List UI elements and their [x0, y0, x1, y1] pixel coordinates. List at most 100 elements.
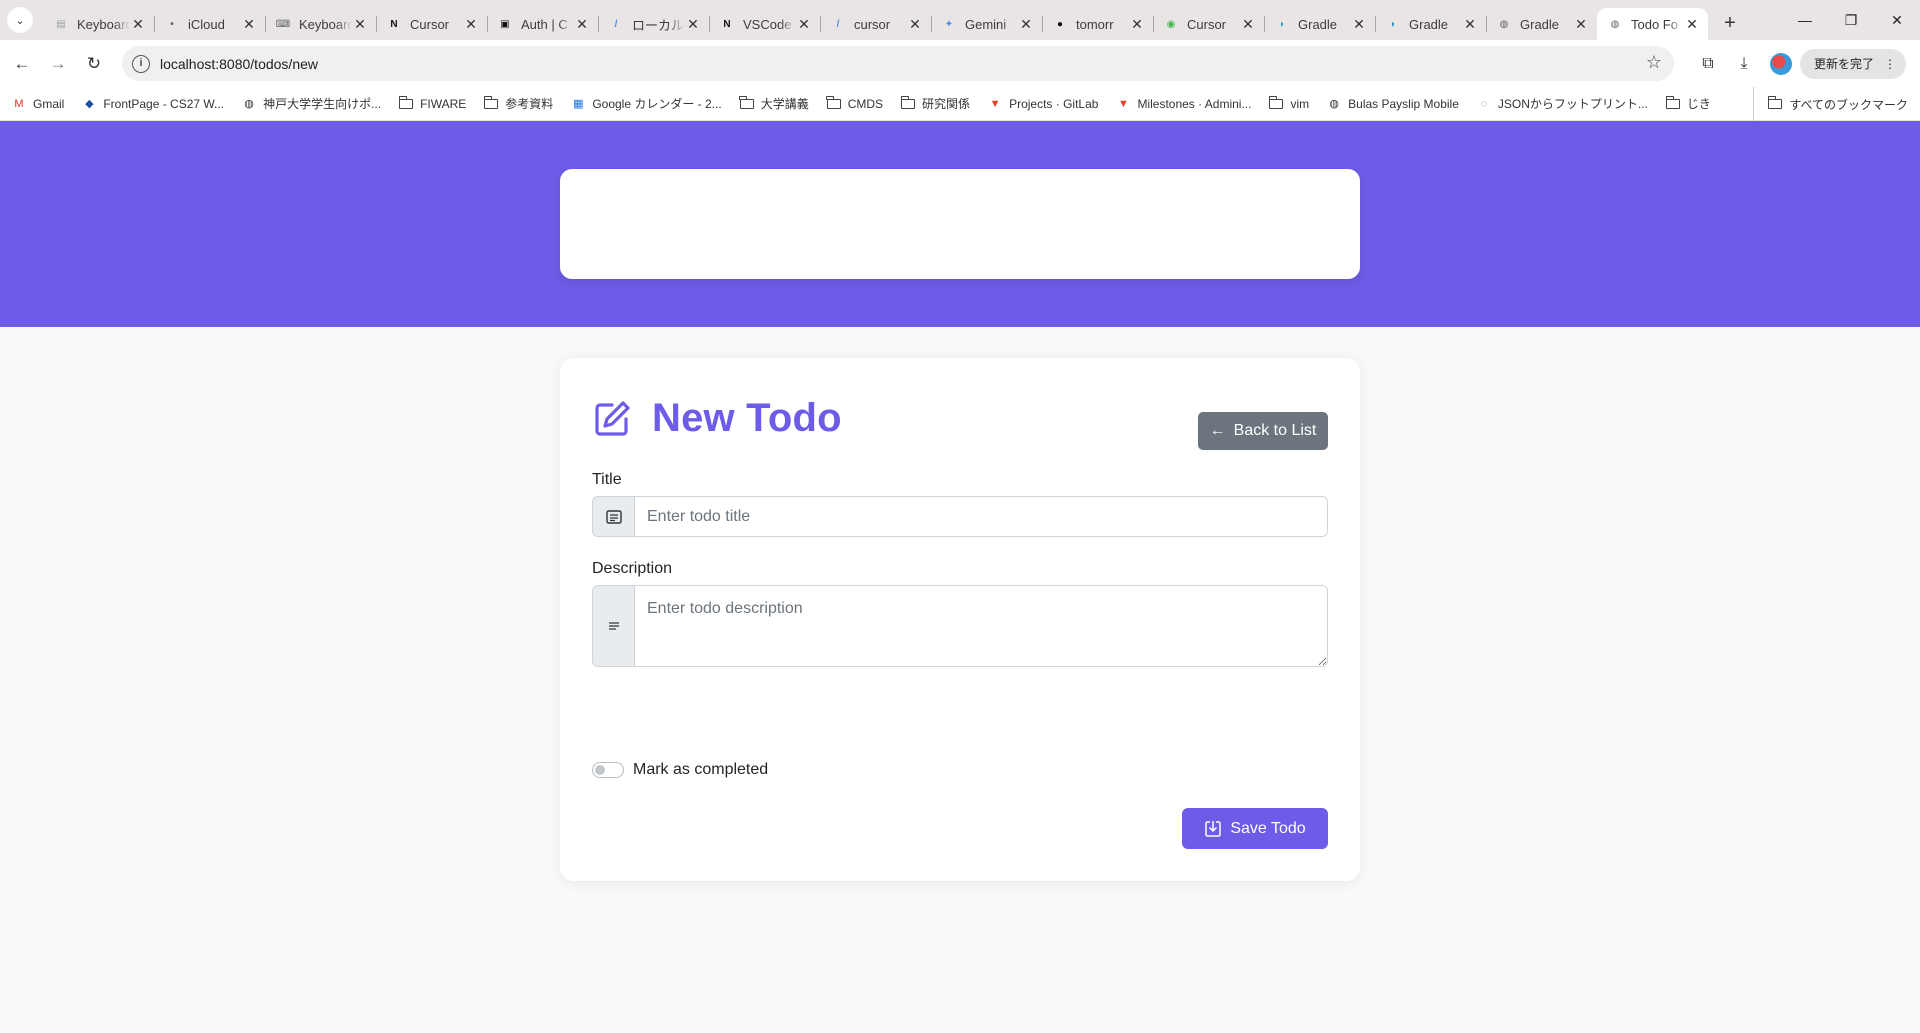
- close-window-icon[interactable]: ✕: [1874, 0, 1920, 40]
- gmail-icon: M: [14, 97, 24, 110]
- slash-icon: /: [836, 18, 840, 30]
- download-icon[interactable]: ⤓: [1726, 55, 1762, 73]
- bookmark-item[interactable]: 参考資料: [483, 95, 553, 112]
- tab-label: iCloud: [188, 16, 225, 32]
- back-to-list-label: Back to List: [1233, 422, 1317, 439]
- close-tab-icon[interactable]: ✕: [352, 16, 368, 33]
- browser-tab[interactable]: ◗ Gradle ✕: [1264, 8, 1375, 40]
- close-tab-icon[interactable]: ✕: [241, 16, 257, 33]
- close-tab-icon[interactable]: ✕: [130, 16, 146, 33]
- browser-tab[interactable]: ✦ Gemini ✕: [931, 8, 1042, 40]
- close-tab-icon[interactable]: ✕: [574, 16, 590, 33]
- update-button[interactable]: 更新を完了 ⋮: [1799, 48, 1906, 79]
- bookmark-item[interactable]: 研究関係: [900, 95, 970, 112]
- bookmark-star-icon[interactable]: ☆: [1646, 52, 1662, 73]
- tab-search-icon[interactable]: ⌄: [7, 7, 33, 33]
- url-text[interactable]: localhost:8080/todos/new: [160, 56, 318, 72]
- bookmark-item[interactable]: M Gmail: [12, 97, 64, 111]
- browser-tab[interactable]: ◉ Cursor ✕: [1153, 8, 1264, 40]
- bookmark-item[interactable]: じき: [1665, 95, 1711, 112]
- profile-avatar[interactable]: [1769, 52, 1792, 75]
- auth-icon: ▣: [500, 18, 510, 30]
- minimize-icon[interactable]: —: [1782, 0, 1828, 40]
- title-input[interactable]: [635, 497, 1327, 536]
- tab-label: Cursor: [1187, 16, 1227, 32]
- globe-icon: ◍: [1499, 18, 1509, 30]
- bookmark-item[interactable]: ◆ FrontPage - CS27 W...: [82, 97, 224, 111]
- tab-label: VSCode: [743, 16, 792, 32]
- close-tab-icon[interactable]: ✕: [796, 16, 812, 33]
- close-tab-icon[interactable]: ✕: [1018, 16, 1034, 33]
- close-tab-icon[interactable]: ✕: [1240, 16, 1256, 33]
- browser-tab[interactable]: N Cursor ✕: [376, 8, 487, 40]
- bookmarks-bar: M Gmail ◆ FrontPage - CS27 W... ◍ 神戸大学学生向けポ..…: [0, 87, 1920, 121]
- bookmark-item[interactable]: ◍ Bulas Payslip Mobile: [1327, 97, 1459, 111]
- bookmark-item[interactable]: ▼ Projects · GitLab: [988, 97, 1099, 111]
- cursor-icon: ◉: [1166, 18, 1176, 30]
- browser-tab[interactable]: ⌨ Keyboard ✕: [265, 8, 376, 40]
- forward-arrow-icon[interactable]: →: [44, 50, 72, 78]
- bookmark-item[interactable]: ▦ Google カレンダー - 2...: [571, 95, 722, 112]
- reload-icon[interactable]: ↻: [80, 50, 108, 78]
- browser-tab[interactable]: / cursor ✕: [820, 8, 931, 40]
- back-to-list-button[interactable]: ← Back to List: [1198, 412, 1328, 450]
- gradle-icon: ◗: [1278, 18, 1286, 30]
- bookmark-item[interactable]: ▼ Milestones · Admini...: [1116, 97, 1252, 111]
- gemini-icon: ✦: [944, 18, 954, 30]
- hero-card: [560, 169, 1360, 279]
- address-bar[interactable]: i localhost:8080/todos/new ☆: [122, 46, 1674, 81]
- browser-tab[interactable]: / ローカル ✕: [598, 8, 709, 40]
- browser-tab[interactable]: ▣ Auth | C ✕: [487, 8, 598, 40]
- close-tab-icon[interactable]: ✕: [1684, 16, 1700, 33]
- bookmark-label: CMDS: [847, 96, 884, 111]
- completed-label[interactable]: Mark as completed: [633, 761, 768, 779]
- bookmark-item[interactable]: FIWARE: [398, 95, 466, 111]
- bookmark-label: FrontPage - CS27 W...: [103, 96, 225, 111]
- notion-icon: N: [723, 18, 731, 30]
- browser-tab[interactable]: ◗ Gradle ✕: [1375, 8, 1486, 40]
- close-tab-icon[interactable]: ✕: [1573, 16, 1589, 33]
- close-tab-icon[interactable]: ✕: [1351, 16, 1367, 33]
- window-controls: — ❐ ✕: [1782, 0, 1920, 40]
- close-tab-icon[interactable]: ✕: [685, 16, 701, 33]
- close-tab-icon[interactable]: ✕: [1462, 16, 1478, 33]
- tab-label: Keyboard: [77, 16, 130, 32]
- site-info-icon[interactable]: i: [132, 54, 150, 73]
- back-arrow-icon[interactable]: ←: [8, 50, 36, 78]
- close-tab-icon[interactable]: ✕: [1129, 16, 1145, 33]
- tab-label: Cursor: [410, 16, 450, 32]
- close-tab-icon[interactable]: ✕: [463, 16, 479, 33]
- all-bookmarks[interactable]: すべてのブックマーク: [1753, 87, 1908, 121]
- browser-tab[interactable]: ▤ Keyboard ✕: [43, 8, 154, 40]
- close-tab-icon[interactable]: ✕: [907, 16, 923, 33]
- bookmark-item[interactable]: ◌ JSONからフットプリント...: [1477, 95, 1648, 112]
- bookmark-item[interactable]: ◍ 神戸大学学生向けポ...: [242, 95, 381, 112]
- restore-icon[interactable]: ❐: [1828, 0, 1874, 40]
- hero-banner: [0, 121, 1920, 327]
- tab-label: Todo Fo: [1631, 16, 1678, 32]
- folder-icon: [1665, 95, 1680, 109]
- description-textarea[interactable]: [635, 586, 1327, 666]
- browser-tab[interactable]: N VSCode ✕: [709, 8, 820, 40]
- bookmark-item[interactable]: 大学講義: [739, 95, 809, 112]
- extensions-icon[interactable]: ⧉: [1690, 55, 1726, 73]
- gitlab-icon: ▼: [1117, 97, 1129, 110]
- browser-tab[interactable]: • iCloud ✕: [154, 8, 265, 40]
- save-todo-button[interactable]: Save Todo: [1182, 808, 1328, 849]
- completed-toggle[interactable]: [592, 762, 624, 778]
- new-tab-button[interactable]: +: [1714, 12, 1746, 35]
- bookmark-item[interactable]: CMDS: [826, 95, 884, 111]
- folder-icon: [739, 95, 754, 109]
- browser-tab[interactable]: ● tomorr ✕: [1042, 8, 1153, 40]
- bookmark-list: M Gmail ◆ FrontPage - CS27 W... ◍ 神戸大学学生向けポ..…: [12, 95, 1729, 112]
- bookmark-label: 大学講義: [760, 97, 809, 111]
- browser-tab[interactable]: ◍ Todo Fo ✕: [1597, 8, 1708, 40]
- globe-icon: ◍: [1329, 98, 1339, 110]
- bookmark-item[interactable]: vim: [1269, 95, 1309, 111]
- browser-toolbar: ← → ↻ i localhost:8080/todos/new ☆ ⧉ ⤓ 更…: [0, 40, 1920, 87]
- slash-icon: /: [614, 18, 618, 30]
- more-menu-icon[interactable]: ⋮: [1884, 57, 1896, 71]
- browser-tab[interactable]: ◍ Gradle ✕: [1486, 8, 1597, 40]
- site-icon: ◆: [85, 98, 94, 110]
- description-label: Description: [592, 560, 673, 577]
